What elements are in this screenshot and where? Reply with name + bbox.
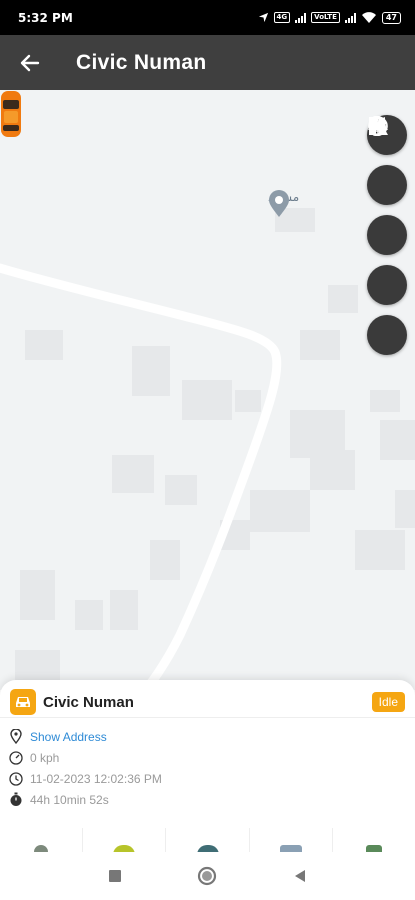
tool-calendar[interactable]	[250, 828, 333, 855]
clock-icon	[8, 771, 24, 787]
volte-badge-icon: VoLTE	[311, 12, 340, 23]
vehicle-info-list: Show Address 0 kph 11-02-2023 12:02:36 P…	[0, 718, 415, 810]
app-bar: Civic Numan	[0, 35, 415, 90]
status-bar: 5:32 PM 4G VoLTE 47	[0, 0, 415, 35]
back-button[interactable]	[0, 35, 60, 90]
tool-compass[interactable]	[166, 828, 250, 855]
sheet-header: Civic Numan Idle	[0, 680, 415, 718]
status-icons: 4G VoLTE 47	[258, 11, 401, 24]
poi-mosque[interactable]: مسجد	[268, 190, 299, 217]
traffic-button[interactable]	[367, 116, 407, 205]
street-view-button[interactable]	[367, 117, 407, 255]
speed-value: 0 kph	[30, 750, 60, 765]
address-row: Show Address	[8, 726, 415, 747]
grid-icon	[368, 116, 388, 136]
grid-button[interactable]	[367, 116, 407, 355]
terrain-button[interactable]	[367, 119, 407, 305]
datetime-value: 11-02-2023 12:02:36 PM	[30, 771, 162, 786]
speedometer-icon	[8, 750, 24, 766]
sim-badge-icon: 4G	[273, 12, 291, 23]
signal-icon	[295, 12, 307, 23]
mosque-pin-icon	[269, 190, 289, 217]
car-marker-icon[interactable]	[0, 90, 22, 138]
wifi-icon	[361, 11, 376, 23]
location-arrow-icon	[258, 12, 268, 23]
back-nav-icon[interactable]	[293, 869, 307, 883]
system-nav-bar	[0, 852, 415, 900]
vehicle-info-sheet: Civic Numan Idle Show Address 0 kph 11-0…	[0, 680, 415, 855]
battery-icon: 47	[381, 11, 401, 24]
action-toolbar	[0, 828, 415, 855]
home-icon[interactable]	[197, 866, 217, 886]
tool-location[interactable]	[333, 828, 415, 855]
map-controls	[367, 115, 407, 355]
duration-row: 44h 10min 52s	[8, 789, 415, 810]
show-address-link[interactable]: Show Address	[30, 730, 107, 744]
vehicle-name: Civic Numan	[43, 693, 134, 711]
status-badge: Idle	[371, 692, 405, 712]
speed-row: 0 kph	[8, 747, 415, 768]
stopwatch-icon	[8, 792, 24, 808]
page-title: Civic Numan	[76, 50, 207, 74]
signal-2-icon	[344, 12, 356, 23]
map-canvas	[0, 208, 415, 690]
duration-value: 44h 10min 52s	[30, 792, 109, 807]
recents-icon[interactable]	[108, 869, 122, 883]
location-pin-icon	[8, 729, 24, 745]
vehicle-icon-badge	[10, 689, 36, 715]
map-view[interactable]: مسجد	[0, 90, 415, 690]
datetime-row: 11-02-2023 12:02:36 PM	[8, 768, 415, 789]
tool-gauge[interactable]	[83, 828, 167, 855]
tool-vehicle[interactable]	[0, 828, 84, 855]
status-time: 5:32 PM	[18, 10, 73, 25]
arrow-left-icon	[20, 54, 40, 71]
car-icon	[16, 697, 30, 707]
